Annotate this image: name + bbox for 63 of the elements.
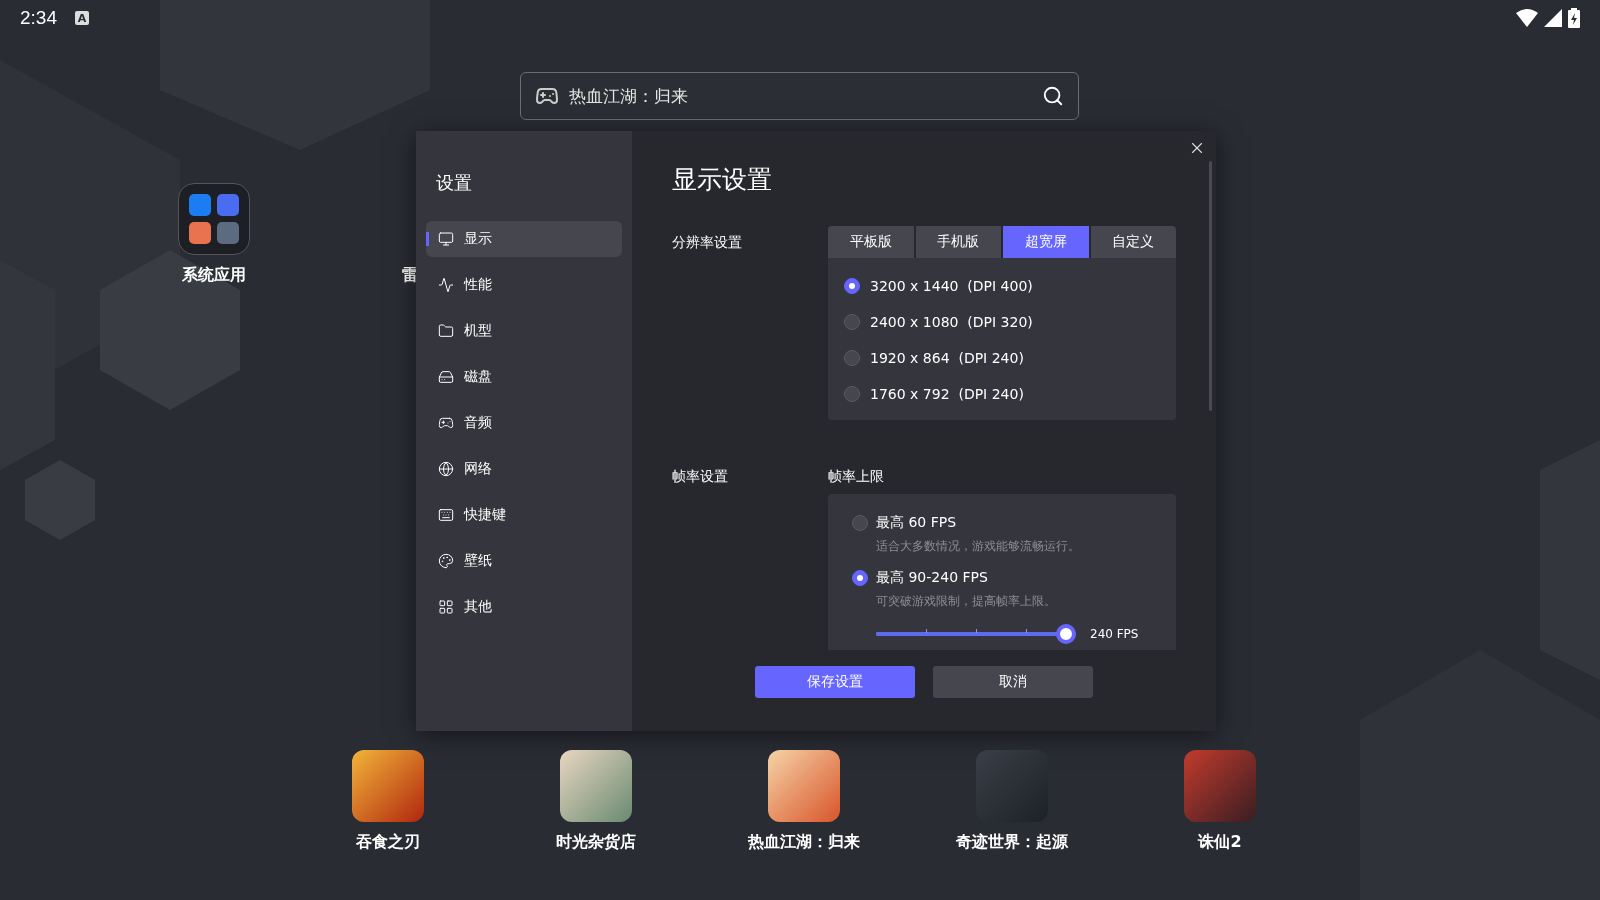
resolution-tab[interactable]: 超宽屏 bbox=[1003, 226, 1089, 258]
radio-button[interactable] bbox=[844, 278, 860, 294]
sidebar-title: 设置 bbox=[436, 171, 473, 195]
game-icon[interactable] bbox=[560, 750, 632, 822]
wifi-icon bbox=[1516, 9, 1538, 27]
signal-icon bbox=[1544, 9, 1562, 27]
app-label: 雷 bbox=[402, 265, 418, 286]
radio-button[interactable] bbox=[852, 515, 868, 531]
game-icon[interactable] bbox=[768, 750, 840, 822]
option-label: 最高 90-240 FPS bbox=[876, 569, 988, 587]
monitor-icon bbox=[438, 231, 454, 247]
section-label: 帧率设置 bbox=[672, 467, 729, 486]
option-label: 1760 x 792 (DPI 240) bbox=[870, 386, 1024, 402]
gamepad-icon bbox=[438, 415, 454, 431]
game-label: 热血江湖：归来 bbox=[748, 832, 860, 853]
globe-icon bbox=[438, 461, 454, 477]
slider-thumb[interactable] bbox=[1056, 624, 1076, 644]
cancel-button[interactable]: 取消 bbox=[933, 666, 1093, 698]
radio-button[interactable] bbox=[844, 314, 860, 330]
palette-icon bbox=[438, 553, 454, 569]
sidebar-item[interactable]: 显示 bbox=[426, 221, 622, 257]
resolution-tab[interactable]: 手机版 bbox=[915, 226, 1001, 258]
option-description: 适合大多数情况，游戏能够流畅运行。 bbox=[875, 538, 1081, 555]
game-label: 时光杂货店 bbox=[556, 832, 636, 853]
option-label: 1920 x 864 (DPI 240) bbox=[870, 350, 1024, 366]
sidebar-item[interactable]: 性能 bbox=[426, 267, 622, 303]
game-label: 吞食之刃 bbox=[356, 832, 420, 853]
option-label: 最高 60 FPS bbox=[876, 514, 957, 532]
sidebar-item[interactable]: 网络 bbox=[426, 451, 622, 487]
radio-button[interactable] bbox=[844, 350, 860, 366]
app-folder-icon[interactable] bbox=[178, 183, 250, 255]
scrollbar[interactable] bbox=[1209, 161, 1212, 411]
game-label: 奇迹世界：起源 bbox=[956, 832, 1068, 853]
option-label: 3200 x 1440 (DPI 400) bbox=[870, 278, 1033, 294]
pulse-icon bbox=[438, 277, 454, 293]
sidebar-item[interactable]: 音频 bbox=[426, 405, 622, 441]
sidebar-item[interactable]: 快捷键 bbox=[426, 497, 622, 533]
search-icon[interactable] bbox=[1042, 85, 1064, 107]
sidebar-item[interactable]: 其他 bbox=[426, 589, 622, 625]
radio-button[interactable] bbox=[852, 570, 868, 586]
section-label: 分辨率设置 bbox=[672, 233, 743, 252]
game-icon[interactable] bbox=[352, 750, 424, 822]
save-button[interactable]: 保存设置 bbox=[755, 666, 915, 698]
notification-badge: A bbox=[75, 11, 89, 25]
clock-time: 2:34 bbox=[20, 7, 57, 29]
resolution-tab[interactable]: 自定义 bbox=[1090, 226, 1176, 258]
option-label: 2400 x 1080 (DPI 320) bbox=[870, 314, 1033, 330]
field-label: 帧率上限 bbox=[828, 467, 885, 486]
folder-icon bbox=[438, 323, 454, 339]
slider-reading: 240 FPS bbox=[1090, 627, 1139, 641]
keyboard-icon bbox=[438, 507, 454, 523]
sidebar-item[interactable]: 磁盘 bbox=[426, 359, 622, 395]
grid-icon bbox=[438, 599, 454, 615]
radio-button[interactable] bbox=[844, 386, 860, 402]
dialog-title: 显示设置 bbox=[672, 164, 773, 196]
sidebar-item[interactable]: 壁纸 bbox=[426, 543, 622, 579]
battery-icon bbox=[1568, 8, 1580, 28]
option-description: 可突破游戏限制，提高帧率上限。 bbox=[875, 593, 1057, 610]
sidebar-item[interactable]: 机型 bbox=[426, 313, 622, 349]
search-field[interactable]: 热血江湖：归来 bbox=[520, 72, 1079, 120]
game-label: 诛仙2 bbox=[1198, 832, 1242, 853]
resolution-tab[interactable]: 平板版 bbox=[828, 226, 914, 258]
app-label: 系统应用 bbox=[182, 265, 246, 286]
